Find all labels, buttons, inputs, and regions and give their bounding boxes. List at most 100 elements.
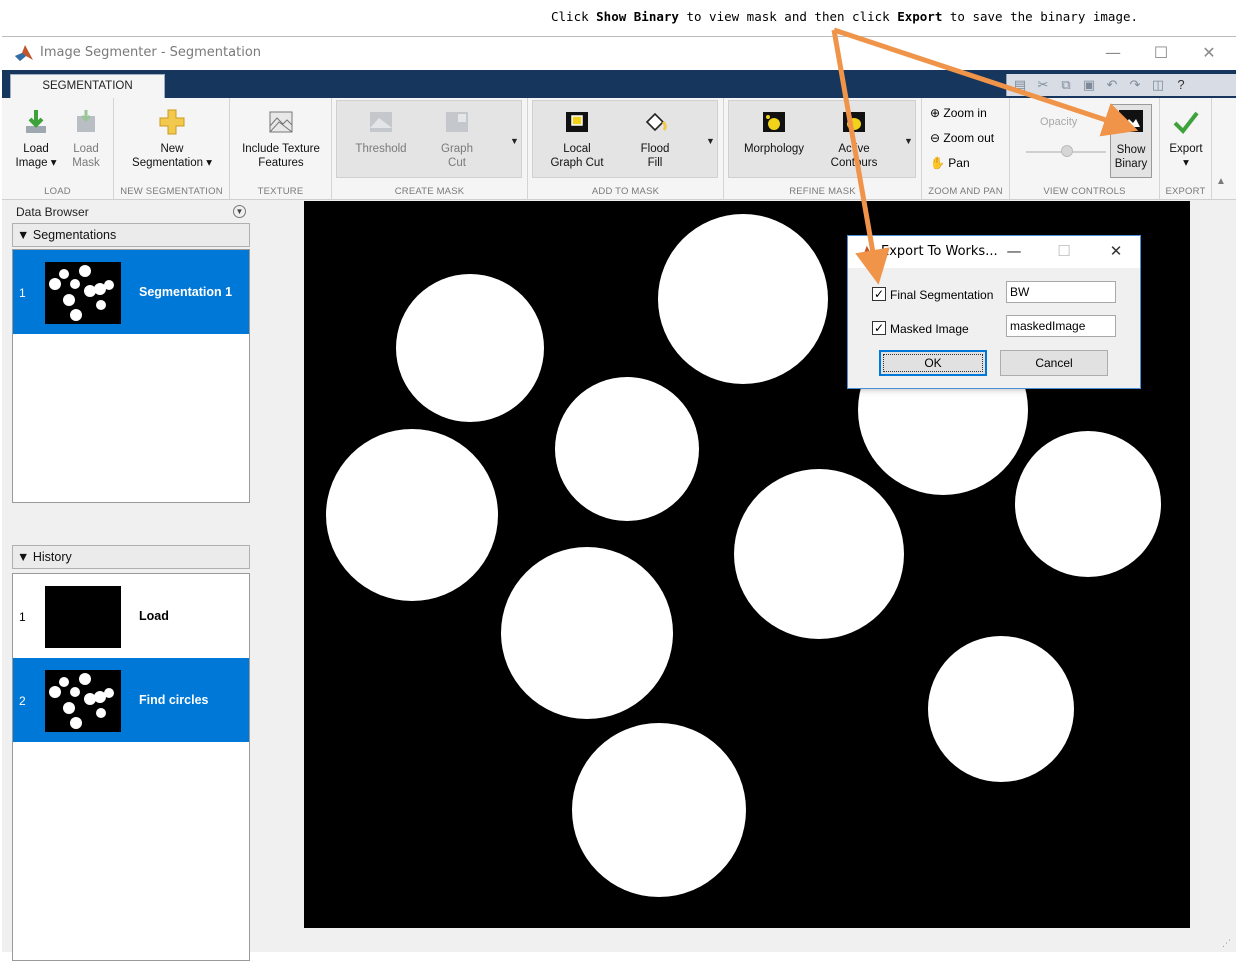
matlab-logo-icon [859, 245, 873, 259]
section-label-create-mask: CREATE MASK [394, 186, 465, 197]
cut-icon[interactable]: ✂ [1033, 75, 1053, 95]
minimize-button[interactable]: — [1090, 41, 1136, 65]
opacity-slider-thumb[interactable] [1061, 145, 1073, 157]
segmentation-thumbnail [45, 262, 121, 324]
export-button[interactable]: Export ▾ [1164, 108, 1208, 170]
section-texture: Include Texture Features TEXTURE [230, 98, 332, 200]
history-item[interactable]: 2 Find circles [13, 658, 249, 742]
section-label-export: EXPORT [1165, 186, 1206, 197]
section-load: Load Image ▾ Load Mask LOAD [2, 98, 114, 200]
collapse-browser-icon[interactable]: ▼ [233, 205, 246, 218]
active-contours-button[interactable]: Active Contours [822, 108, 886, 170]
include-texture-features-button[interactable]: Include Texture Features [234, 108, 328, 170]
show-binary-button[interactable]: Show Binary [1110, 104, 1152, 178]
pan-hand-icon: ✋ [930, 156, 945, 170]
section-zoom-and-pan: ⊕ Zoom in ⊖ Zoom out ✋ Pan ZOOM AND PAN [922, 98, 1010, 200]
export-to-workspace-dialog: Export To Works... — ☐ ✕ ✓ Final Segment… [847, 235, 1141, 389]
cancel-button[interactable]: Cancel [1000, 350, 1108, 376]
local-graph-cut-button[interactable]: Local Graph Cut [542, 108, 612, 170]
close-button[interactable]: ✕ [1186, 41, 1232, 65]
checkmark-icon [1173, 111, 1199, 135]
threshold-icon [370, 112, 392, 132]
section-label-new-segmentation: NEW SEGMENTATION [120, 186, 223, 197]
threshold-button[interactable]: Threshold [346, 108, 416, 156]
local-graph-cut-icon [566, 112, 588, 132]
show-binary-icon [1119, 110, 1143, 132]
zoom-in-icon: ⊕ [930, 106, 941, 120]
window-title: Image Segmenter - Segmentation [40, 45, 262, 60]
section-label-load: LOAD [44, 186, 71, 197]
dialog-title: Export To Works... [881, 244, 998, 259]
masked-image-checkbox[interactable]: ✓ [872, 321, 886, 335]
history-list: 1 Load 2 Find circles [12, 573, 250, 961]
section-view-controls: Opacity Show Binary VIEW CONTROLS [1010, 98, 1160, 200]
section-refine-mask: Morphology Active Contours ▼ REFINE MASK [724, 98, 922, 200]
history-item[interactable]: 1 Load [13, 574, 249, 658]
morphology-button[interactable]: Morphology [734, 108, 814, 156]
texture-icon [269, 111, 293, 133]
section-create-mask: Threshold Graph Cut ▼ CREATE MASK [332, 98, 528, 200]
maximize-button[interactable]: ☐ [1138, 41, 1184, 65]
active-contours-icon [843, 112, 865, 132]
collapse-ribbon-icon[interactable]: ▲ [1216, 176, 1226, 187]
add-to-mask-more-icon[interactable]: ▼ [706, 136, 715, 146]
final-segmentation-checkbox[interactable]: ✓ [872, 287, 886, 301]
help-icon[interactable]: ? [1171, 75, 1191, 95]
paint-bucket-icon [645, 112, 667, 132]
save-icon[interactable]: ▤ [1010, 75, 1030, 95]
layout-icon[interactable]: ◫ [1148, 75, 1168, 95]
load-image-icon [26, 110, 46, 133]
zoom-out-button[interactable]: ⊖ Zoom out [930, 131, 994, 145]
tab-segmentation[interactable]: SEGMENTATION [10, 74, 165, 98]
refine-mask-more-icon[interactable]: ▼ [904, 136, 913, 146]
export-emphasis: Export [897, 9, 943, 24]
instruction-annotation: Click Show Binary to view mask and then … [0, 8, 1236, 28]
data-browser: Data Browser ▼ ▼ Segmentations 1 Segment… [10, 201, 252, 963]
history-thumbnail [45, 586, 121, 648]
masked-image-label: Masked Image [890, 322, 969, 336]
section-label-zoom-and-pan: ZOOM AND PAN [928, 186, 1003, 197]
segmentation-item[interactable]: 1 Segmentation 1 [13, 250, 249, 334]
data-browser-title: Data Browser [16, 205, 89, 219]
section-add-to-mask: Local Graph Cut Flood Fill ▼ ADD TO MASK [528, 98, 724, 200]
dialog-minimize-button[interactable]: — [994, 242, 1034, 260]
paste-icon[interactable]: ▣ [1079, 75, 1099, 95]
new-segmentation-button[interactable]: New Segmentation ▾ [120, 108, 224, 170]
show-binary-emphasis: Show Binary [596, 9, 679, 24]
morphology-icon [763, 112, 785, 132]
redo-icon[interactable]: ↷ [1125, 75, 1145, 95]
section-label-view-controls: VIEW CONTROLS [1043, 186, 1126, 197]
pan-button[interactable]: ✋ Pan [930, 156, 970, 170]
dialog-close-button[interactable]: ✕ [1096, 242, 1136, 260]
undo-icon[interactable]: ↶ [1102, 75, 1122, 95]
ok-button[interactable]: OK [879, 350, 987, 376]
load-mask-button[interactable]: Load Mask [64, 108, 108, 170]
section-export: Export ▾ EXPORT [1160, 98, 1212, 200]
section-new-segmentation: New Segmentation ▾ NEW SEGMENTATION [114, 98, 230, 200]
graph-cut-icon [446, 112, 468, 132]
instruction-text: Click Show Binary to view mask and then … [551, 9, 1139, 24]
quick-access-toolbar: ▤ ✂ ⧉ ▣ ↶ ↷ ◫? [1006, 74, 1236, 96]
dialog-maximize-button: ☐ [1057, 242, 1071, 260]
load-image-button[interactable]: Load Image ▾ [10, 108, 62, 170]
history-header[interactable]: ▼ History [12, 545, 250, 569]
ribbon-tab-strip: SEGMENTATION ▤ ✂ ⧉ ▣ ↶ ↷ ◫? [2, 70, 1236, 98]
resize-grip[interactable]: ⋰ [1222, 938, 1232, 948]
flood-fill-button[interactable]: Flood Fill [624, 108, 686, 170]
segmentations-list: 1 Segmentation 1 [12, 249, 250, 503]
segmentations-header[interactable]: ▼ Segmentations [12, 223, 250, 247]
copy-icon[interactable]: ⧉ [1056, 75, 1076, 95]
opacity-label: Opacity [1040, 116, 1078, 128]
matlab-logo-icon [15, 45, 33, 61]
graph-cut-button[interactable]: Graph Cut [424, 108, 490, 170]
final-segmentation-label: Final Segmentation [890, 288, 994, 302]
create-mask-more-icon[interactable]: ▼ [510, 136, 519, 146]
section-label-texture: TEXTURE [257, 186, 304, 197]
section-label-refine-mask: REFINE MASK [789, 186, 856, 197]
final-segmentation-name-field[interactable]: BW [1006, 281, 1116, 303]
plus-icon [159, 109, 185, 135]
zoom-in-button[interactable]: ⊕ Zoom in [930, 106, 987, 120]
segmentation-label: Segmentation 1 [139, 285, 233, 299]
section-label-add-to-mask: ADD TO MASK [591, 186, 660, 197]
masked-image-name-field[interactable]: maskedImage [1006, 315, 1116, 337]
